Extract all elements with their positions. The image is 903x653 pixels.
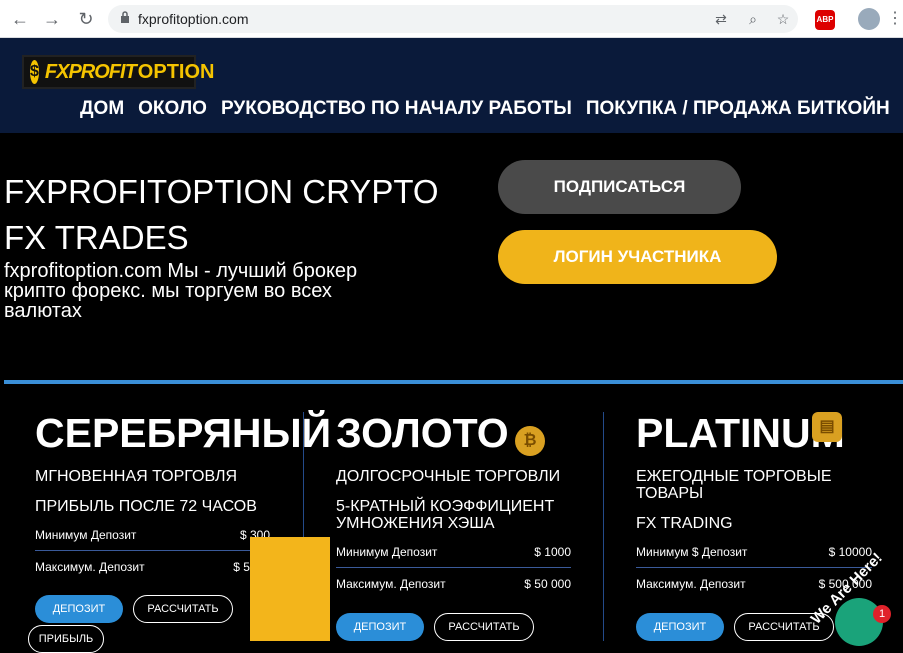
zoom-icon[interactable]: ⌕ [744,10,762,28]
plans-section: СЕРЕБРЯНЫЙ МГНОВЕННАЯ ТОРГОВЛЯ ПРИБЫЛЬ П… [0,384,903,653]
row-divider [636,567,872,568]
menu-icon[interactable]: ⋮ [887,8,903,30]
deposit-button[interactable]: ДЕПОЗИТ [35,595,123,623]
adblock-icon[interactable]: ABP [815,10,835,30]
max-deposit-label: Максимум. Депозит [336,577,446,591]
address-bar[interactable]: fxprofitoption.com ⇄ ⌕ ☆ [108,5,798,33]
min-deposit-value: $ 10000 [828,545,872,559]
max-deposit-label: Максимум. Депозит [636,577,746,591]
site-header: $ FXPROFIT OPTION ДОМ ОКОЛО РУКОВОДСТВО … [0,38,903,133]
plan-feature: УМНОЖЕНИЯ ХЭША [336,515,495,532]
nav-home[interactable]: ДОМ [80,98,124,120]
min-deposit-label: Минимум $ Депозит [636,545,748,559]
max-deposit-label: Максимум. Депозит [35,560,145,574]
nav-getting-started[interactable]: РУКОВОДСТВО ПО НАЧАЛУ РАБОТЫ [221,98,572,120]
calculate-button[interactable]: РАССЧИТАТЬ [434,613,534,641]
min-deposit-label: Минимум Депозит [336,545,438,559]
member-login-button[interactable]: ЛОГИН УЧАСТНИКА [498,230,777,284]
min-deposit-value: $ 1000 [534,545,571,559]
hero-title-line1: FXPROFITOPTION CRYPTO [4,173,439,210]
min-deposit-label: Минимум Депозит [35,528,137,542]
forward-icon[interactable]: → [40,7,64,31]
plan-feature: FX TRADING [636,515,733,532]
avatar[interactable] [858,8,880,30]
plan-title-silver: СЕРЕБРЯНЫЙ [35,410,332,456]
main-nav: ДОМ ОКОЛО РУКОВОДСТВО ПО НАЧАЛУ РАБОТЫ П… [80,98,890,120]
plan-divider [603,412,604,641]
nav-about[interactable]: ОКОЛО [138,98,207,120]
plan-feature: ТОВАРЫ [636,485,704,502]
plan-feature: ДОЛГОСРОЧНЫЕ ТОРГОВЛИ [336,468,561,485]
row-divider [35,550,270,551]
plan-feature: ПРИБЫЛЬ ПОСЛЕ 72 ЧАСОВ [35,498,257,515]
logo-text-part1: FXPROFIT [44,60,137,83]
reload-icon[interactable]: ↻ [74,7,98,31]
max-deposit-value: $ 50 000 [524,577,571,591]
deposit-button[interactable]: ДЕПОЗИТ [336,613,424,641]
bitcoin-coin-icon: ₿ [515,426,545,456]
profit-button[interactable]: ПРИБЫЛЬ [28,625,104,653]
dollar-icon: $ [30,60,39,84]
browser-toolbar: ← → ↻ fxprofitoption.com ⇄ ⌕ ☆ ABP ⋮ [0,0,903,38]
lock-icon [121,11,129,23]
star-icon[interactable]: ☆ [774,10,792,28]
subscribe-button[interactable]: ПОДПИСАТЬСЯ [498,160,741,214]
translate-icon[interactable]: ⇄ [712,10,730,28]
calculate-button[interactable]: РАССЧИТАТЬ [133,595,233,623]
row-divider [336,567,571,568]
url-text: fxprofitoption.com [138,11,249,27]
hero-section: FXPROFITOPTION CRYPTO FX TRADES fxprofit… [0,133,903,380]
plan-feature: ЕЖЕГОДНЫЕ ТОРГОВЫЕ [636,468,832,485]
hero-subtitle: fxprofitoption.com Мы - лучший брокер кр… [4,260,358,322]
site-logo[interactable]: $ FXPROFIT OPTION [22,55,214,89]
chat-badge: 1 [873,605,891,623]
back-icon[interactable]: ← [8,7,32,31]
plan-title-gold: ЗОЛОТО [336,410,509,456]
chat-icon[interactable] [835,598,883,646]
logo-text-part2: OPTION [137,60,215,83]
hero-title-line2: FX TRADES [4,219,189,256]
nav-buy-sell-bitcoin[interactable]: ПОКУПКА / ПРОДАЖА БИТКОЙН [586,98,890,120]
hero-title: FXPROFITOPTION CRYPTO FX TRADES [4,169,464,261]
decorative-gold-bar [250,537,330,641]
plan-feature: 5-КРАТНЫЙ КОЭФФИЦИЕНТ [336,498,555,515]
plan-feature: МГНОВЕННАЯ ТОРГОВЛЯ [35,468,238,485]
gold-bars-icon: ▤ [812,412,842,442]
deposit-button[interactable]: ДЕПОЗИТ [636,613,724,641]
